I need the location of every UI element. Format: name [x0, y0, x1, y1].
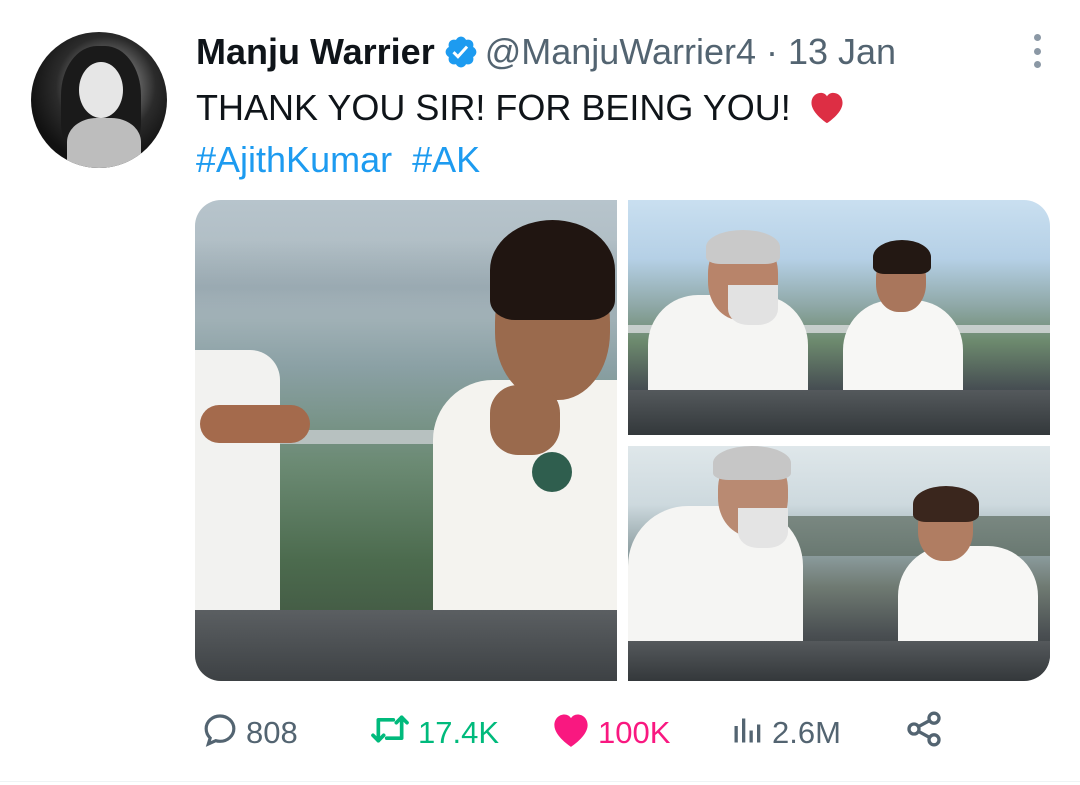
tweet-actions: 808 17.4K 100K 2.6M: [196, 709, 956, 757]
avatar-face: [79, 62, 123, 118]
hashtag-link[interactable]: #AK: [412, 139, 480, 180]
tweet-text: THANK YOU SIR! FOR BEING YOU!: [196, 84, 847, 132]
tweet-date[interactable]: 13 Jan: [788, 31, 896, 73]
reply-icon: [200, 709, 246, 757]
like-count: 100K: [598, 715, 671, 750]
verified-badge-icon: [443, 34, 479, 70]
views-count: 2.6M: [772, 715, 841, 750]
reply-button[interactable]: 808: [200, 712, 298, 754]
share-button[interactable]: [904, 709, 950, 757]
like-heart-icon: [550, 709, 598, 757]
more-dot: [1033, 47, 1041, 55]
more-options-icon[interactable]: [1030, 34, 1044, 68]
tweet-header: Manju Warrier @ManjuWarrier4 · 13 Jan: [196, 30, 896, 74]
media-photo-1[interactable]: [195, 200, 617, 681]
tweet-text-content: THANK YOU SIR! FOR BEING YOU!: [196, 87, 791, 128]
media-photo-2[interactable]: [628, 200, 1050, 435]
like-button[interactable]: 100K: [550, 712, 670, 754]
author-name[interactable]: Manju Warrier: [196, 31, 435, 73]
author-avatar[interactable]: [31, 32, 167, 168]
views-chart-icon: [730, 709, 772, 757]
retweet-button[interactable]: 17.4K: [368, 712, 499, 754]
share-icon: [904, 709, 950, 757]
red-heart-emoji-icon: [807, 88, 847, 124]
bottom-divider: [0, 781, 1080, 782]
retweet-count: 17.4K: [418, 715, 500, 750]
avatar-body: [67, 118, 141, 168]
media-photo-3[interactable]: [628, 446, 1050, 681]
media-grid: [195, 200, 1050, 681]
header-separator: ·: [765, 31, 778, 72]
reply-count: 808: [246, 715, 298, 750]
hashtag-list: #AjithKumar #AK: [196, 136, 490, 184]
views-button[interactable]: 2.6M: [730, 712, 841, 754]
retweet-icon: [368, 709, 418, 757]
author-handle[interactable]: @ManjuWarrier4: [485, 31, 756, 73]
hashtag-link[interactable]: #AjithKumar: [196, 139, 392, 180]
more-dot: [1033, 61, 1041, 68]
more-dot: [1033, 34, 1041, 41]
